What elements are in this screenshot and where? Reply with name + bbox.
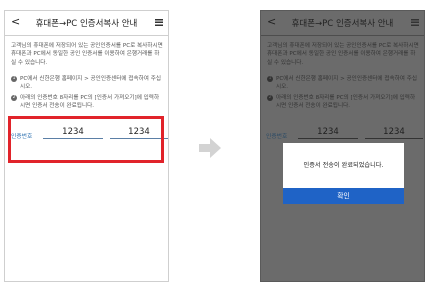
step-text: 아래의 인증번호 8자리를 PC의 [인증서 가져오기]에 입력하시면 인증서 … <box>20 95 160 110</box>
auth-code-field-1: 1234 <box>298 127 358 139</box>
dialog-message: 인증서 전송이 완료되었습니다. <box>303 162 384 169</box>
step-number-badge: 1 <box>11 76 17 82</box>
completion-dialog: 인증서 전송이 완료되었습니다. 확인 <box>283 143 404 204</box>
instruction-step-1: 1 PC에서 신한은행 홈페이지 > 공인인증센터에 접속하여 주십시오. <box>11 75 163 92</box>
phone-screen-after: < 휴대폰→PC 인증서복사 안내 고객님의 휴대폰에 저장되어 있는 공인인증… <box>260 10 425 282</box>
intro-text: 고객님의 휴대폰에 저장되어 있는 공인인증서를 PC로 복사하시면 휴대폰과 … <box>11 43 163 66</box>
instruction-step-2: 2 아래의 인증번호 8자리를 PC의 [인증서 가져오기]에 입력하시면 인증… <box>11 94 163 111</box>
instruction-step-2: 2 아래의 인증번호 8자리를 PC의 [인증서 가져오기]에 입력하시면 인증… <box>267 94 419 111</box>
step-number-badge: 2 <box>267 95 273 101</box>
auth-code-label: 인증번호 <box>266 134 288 140</box>
instruction-step-1: 1 PC에서 신한은행 홈페이지 > 공인인증센터에 접속하여 주십시오. <box>267 75 419 92</box>
right-arrow-icon <box>199 138 221 158</box>
auth-code-field-2: 1234 <box>365 127 423 139</box>
step-text: PC에서 신한은행 홈페이지 > 공인인증센터에 접속하여 주십시오. <box>276 76 417 91</box>
hamburger-menu-icon[interactable] <box>411 19 419 26</box>
page-title: 휴대폰→PC 인증서복사 안내 <box>291 19 394 29</box>
confirm-button[interactable]: 확인 <box>283 188 404 204</box>
step-text: 아래의 인증번호 8자리를 PC의 [인증서 가져오기]에 입력하시면 인증서 … <box>276 95 416 110</box>
phone-screen-before: < 휴대폰→PC 인증서복사 안내 고객님의 휴대폰에 저장되어 있는 공인인증… <box>4 10 169 282</box>
title-bar: < 휴대폰→PC 인증서복사 안내 <box>261 11 424 36</box>
step-number-badge: 1 <box>267 76 273 82</box>
highlight-box <box>8 116 164 163</box>
intro-text: 고객님의 휴대폰에 저장되어 있는 공인인증서를 PC로 복사하시면 휴대폰과 … <box>267 43 419 66</box>
page-title: 휴대폰→PC 인증서복사 안내 <box>35 19 138 29</box>
step-number-badge: 2 <box>11 95 17 101</box>
title-bar: < 휴대폰→PC 인증서복사 안내 <box>5 11 168 36</box>
hamburger-menu-icon[interactable] <box>155 19 163 26</box>
step-text: PC에서 신한은행 홈페이지 > 공인인증센터에 접속하여 주십시오. <box>20 76 161 91</box>
